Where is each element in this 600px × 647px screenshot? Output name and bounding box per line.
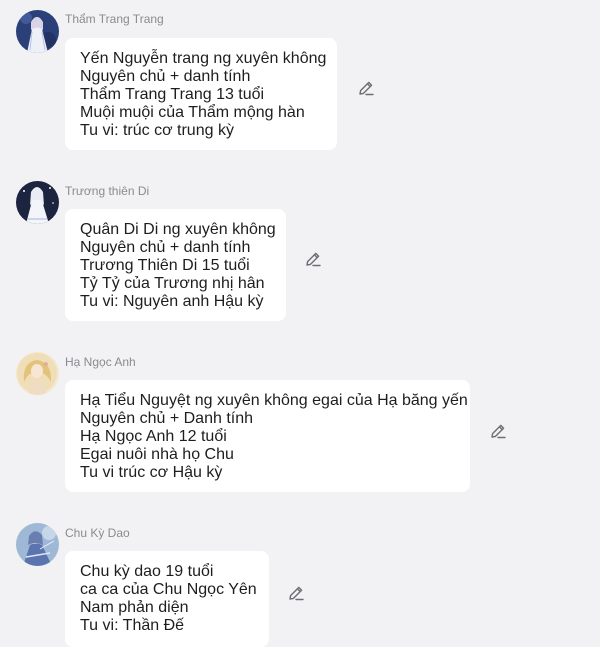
message-line: Thẩm Trang Trang 13 tuổi [80,86,265,103]
pencil-edit-icon[interactable] [287,584,305,602]
message-line: Quân Di Di ng xuyên không [80,221,276,238]
message-line: Nguyên chủ + Danh tính [80,410,254,427]
message-line: Yến Nguyễn trang ng xuyên không [80,50,327,67]
sender-name: Chu Kỳ Dao [65,526,130,540]
avatar[interactable] [16,10,59,53]
message-bubble[interactable]: Quân Di Di ng xuyên không Nguyên chủ + d… [65,209,286,321]
message-line: Nam phản diện [80,599,189,616]
message-line: Tu vi: trúc cơ trung kỳ [80,122,234,139]
message-line: Hạ Ngọc Anh 12 tuổi [80,428,227,445]
message-line: Egai nuôi nhà họ Chu [80,446,234,463]
sender-name: Hạ Ngọc Anh [65,355,136,369]
message-line: Nguyên chủ + danh tính [80,68,251,85]
message-line: Tu vi: Nguyên anh Hậu kỳ [80,293,264,310]
message-bubble[interactable]: Chu kỳ dao 19 tuổi ca ca của Chu Ngọc Yê… [65,551,269,647]
message-line: Tu vi: Thần Đế [80,617,185,634]
message-line: Nguyên chủ + danh tính [80,239,251,256]
message-line: Tu vi trúc cơ Hậu kỳ [80,464,223,481]
message-bubble[interactable]: Hạ Tiểu Nguyệt ng xuyên không egai của H… [65,380,470,492]
avatar[interactable] [16,352,59,395]
message-line: Hạ Tiểu Nguyệt ng xuyên không egai của H… [80,392,468,409]
avatar[interactable] [16,523,59,566]
message-line: Chu kỳ dao 19 tuổi [80,563,214,580]
message-line: Trương Thiên Di 15 tuổi [80,257,250,274]
sender-name: Thẩm Trang Trang [65,12,164,26]
pencil-edit-icon[interactable] [489,422,507,440]
avatar[interactable] [16,181,59,224]
message-line: Tỷ Tỷ của Trương nhị hân [80,275,265,292]
sender-name: Trương thiên Di [65,184,150,198]
pencil-edit-icon[interactable] [357,79,375,97]
message-bubble[interactable]: Yến Nguyễn trang ng xuyên không Nguyên c… [65,38,337,150]
pencil-edit-icon[interactable] [304,250,322,268]
message-line: Muội muội của Thẩm mộng hàn [80,104,305,121]
message-line: ca ca của Chu Ngọc Yên [80,581,257,598]
